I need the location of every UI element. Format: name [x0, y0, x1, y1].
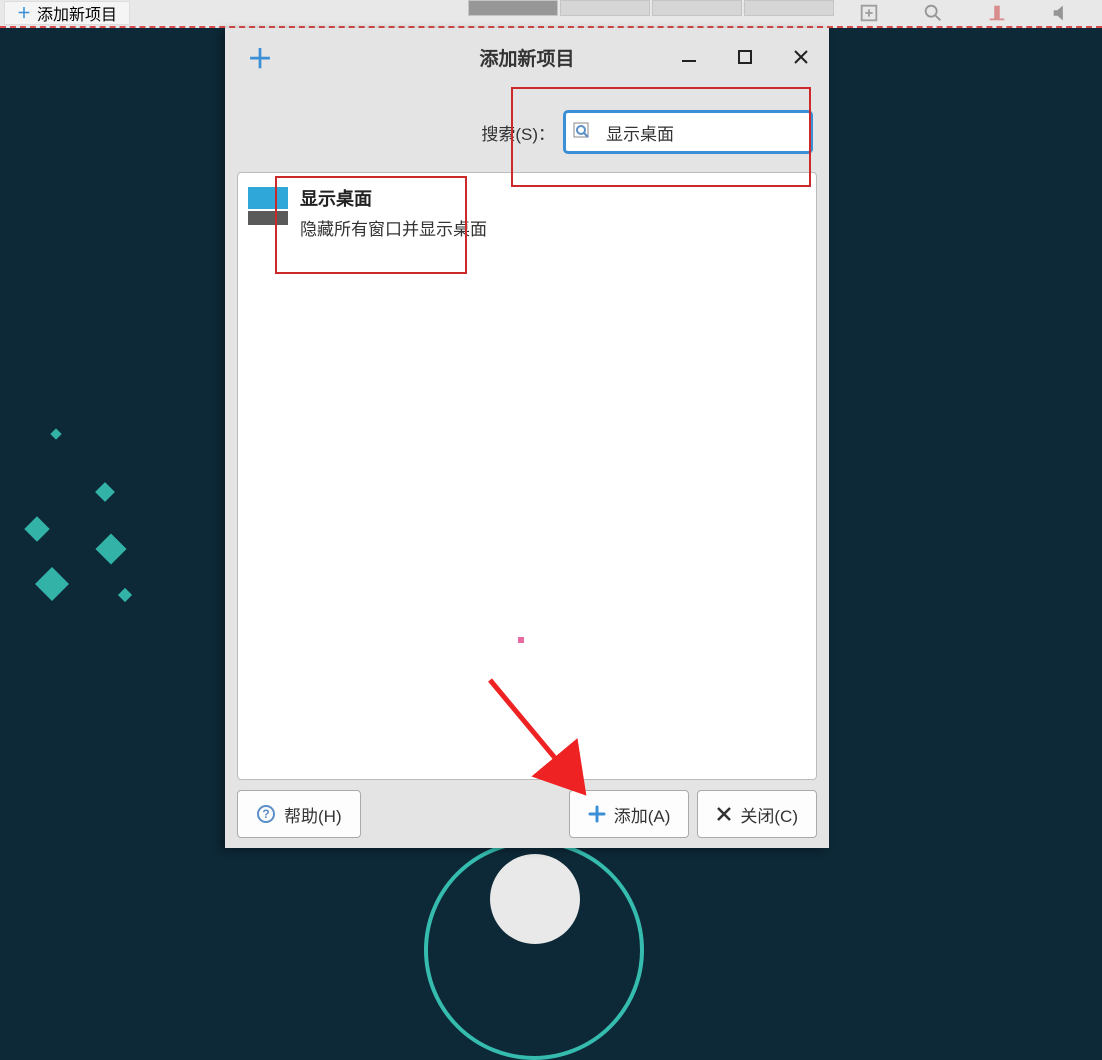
workspace-thumb[interactable]: [468, 0, 558, 16]
search-tray-icon[interactable]: [922, 2, 944, 24]
search-label: 搜索(S)：: [481, 120, 555, 145]
plus-icon: [588, 805, 606, 823]
show-desktop-icon: [248, 187, 288, 227]
system-tray: [858, 2, 1102, 24]
button-bar: ? 帮助(H) 添加(A) 关闭(C): [237, 780, 817, 838]
help-button-label: 帮助(H): [284, 802, 342, 827]
wallpaper-diamond: [118, 588, 132, 602]
close-dialog-button[interactable]: 关闭(C): [697, 790, 817, 838]
audio-tray-icon[interactable]: [1050, 2, 1072, 24]
tray-icon-red[interactable]: [986, 2, 1008, 24]
search-input[interactable]: [563, 110, 813, 154]
svg-text:?: ?: [262, 807, 269, 821]
taskbar-app-button[interactable]: ＋ 添加新项目: [4, 1, 130, 25]
help-button[interactable]: ? 帮助(H): [237, 790, 361, 838]
list-item[interactable]: 显示桌面 隐藏所有窗口并显示桌面: [238, 173, 816, 252]
list-item-description: 隐藏所有窗口并显示桌面: [300, 215, 487, 240]
dialog-body: 搜索(S)： 显示桌面 隐藏所有窗口并显示桌面: [225, 86, 829, 848]
window-title: 添加新项目: [479, 44, 574, 71]
wallpaper-diamond: [50, 428, 61, 439]
wallpaper-diamond: [95, 482, 115, 502]
wallpaper-arc-inner: [490, 854, 580, 944]
search-row: 搜索(S)：: [237, 86, 817, 172]
maximize-button[interactable]: [733, 45, 757, 69]
workspace-thumb[interactable]: [744, 0, 834, 16]
items-list[interactable]: 显示桌面 隐藏所有窗口并显示桌面: [237, 172, 817, 780]
window-controls: [677, 45, 813, 69]
search-icon: [573, 122, 593, 142]
workspace-thumb[interactable]: [560, 0, 650, 16]
add-item-dialog: ＋ 添加新项目 搜索(S)：: [225, 28, 829, 848]
help-icon: ?: [256, 804, 276, 824]
taskbar-workspace-thumbs: [468, 0, 838, 16]
taskbar-app-label: 添加新项目: [37, 1, 117, 25]
titlebar[interactable]: ＋ 添加新项目: [225, 28, 829, 86]
search-input-wrap: [563, 110, 813, 154]
minimize-button[interactable]: [677, 45, 701, 69]
add-button-label: 添加(A): [614, 802, 671, 827]
close-button[interactable]: [789, 45, 813, 69]
plus-icon: ＋: [247, 39, 273, 76]
list-item-texts: 显示桌面 隐藏所有窗口并显示桌面: [300, 185, 487, 240]
close-button-label: 关闭(C): [740, 802, 798, 827]
close-icon: [716, 806, 732, 822]
list-item-title: 显示桌面: [300, 185, 487, 211]
wallpaper-diamond: [95, 533, 126, 564]
workspace-thumb[interactable]: [652, 0, 742, 16]
tray-icon[interactable]: [858, 2, 880, 24]
taskbar: ＋ 添加新项目: [0, 0, 1102, 28]
wallpaper-diamond: [24, 516, 49, 541]
plus-icon: ＋: [17, 3, 31, 23]
wallpaper-diamond: [35, 567, 69, 601]
add-button[interactable]: 添加(A): [569, 790, 690, 838]
